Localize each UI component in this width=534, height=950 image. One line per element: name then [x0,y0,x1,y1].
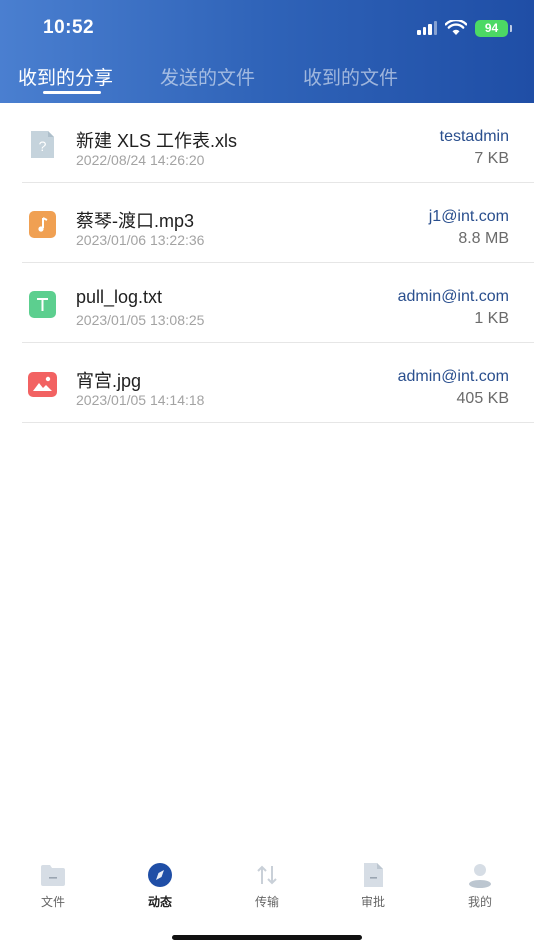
battery-icon: 94 [475,19,512,37]
audio-file-icon [27,209,58,240]
tab-sent-files[interactable]: 发送的文件 [160,63,255,90]
user-icon [466,862,494,888]
file-date: 2023/01/05 13:08:25 [76,312,205,328]
header: 10:52 94 收到的分享 发送的文件 收到的文件 [0,0,534,103]
compass-icon [146,862,174,888]
transfer-icon [253,862,281,888]
nav-label: 审批 [360,895,385,909]
svg-text:?: ? [39,138,47,154]
list-item[interactable]: 蔡琴-渡口.mp3 2023/01/06 13:22:36 j1@int.com… [22,183,534,263]
text-file-icon [27,289,58,320]
file-size: 7 KB [474,150,509,167]
folder-icon [39,862,67,888]
nav-item-activity[interactable]: 动态 [120,858,200,916]
tab-received-files[interactable]: 收到的文件 [303,63,398,90]
file-sender: j1@int.com [428,208,509,225]
file-sender: admin@int.com [397,368,509,385]
wifi-icon [445,20,467,35]
home-indicator [172,935,362,940]
cellular-signal-icon [417,21,437,35]
status-time: 10:52 [43,17,95,38]
file-sender: admin@int.com [397,288,509,305]
nav-item-files[interactable]: 文件 [13,858,93,916]
active-tab-indicator [43,91,101,94]
file-date: 2022/08/24 14:26:20 [76,152,205,168]
file-date: 2023/01/06 13:22:36 [76,232,205,248]
list-item[interactable]: 宵宫.jpg 2023/01/05 14:14:18 admin@int.com… [22,343,534,423]
nav-item-transfer[interactable]: 传输 [227,858,307,916]
nav-item-approval[interactable]: 审批 [333,858,413,916]
nav-label: 我的 [467,895,492,909]
status-indicators: 94 [417,18,512,38]
nav-item-profile[interactable]: 我的 [440,858,520,916]
file-sender: testadmin [439,128,509,145]
nav-label: 传输 [254,895,279,909]
file-name: 宵宫.jpg [76,371,142,391]
file-date: 2023/01/05 14:14:18 [76,392,205,408]
file-name: 蔡琴-渡口.mp3 [76,211,195,231]
tab-received-shares[interactable]: 收到的分享 [18,63,113,90]
image-file-icon [27,369,58,400]
nav-label: 动态 [147,895,172,909]
tab-bar: 收到的分享 发送的文件 收到的文件 [0,63,534,94]
list-item[interactable]: pull_log.txt 2023/01/05 13:08:25 admin@i… [22,263,534,343]
unknown-file-icon: ? [27,129,58,160]
file-list: ? 新建 XLS 工作表.xls 2022/08/24 14:26:20 tes… [0,103,534,423]
file-name: pull_log.txt [76,287,163,307]
file-name: 新建 XLS 工作表.xls [76,131,238,151]
file-size: 8.8 MB [458,230,509,247]
list-item[interactable]: ? 新建 XLS 工作表.xls 2022/08/24 14:26:20 tes… [22,103,534,183]
file-size: 1 KB [474,310,509,327]
document-icon [359,862,387,888]
bottom-navigation: 文件 动态 传输 审批 我的 [0,858,534,918]
file-size: 405 KB [456,390,509,407]
nav-label: 文件 [40,895,65,909]
